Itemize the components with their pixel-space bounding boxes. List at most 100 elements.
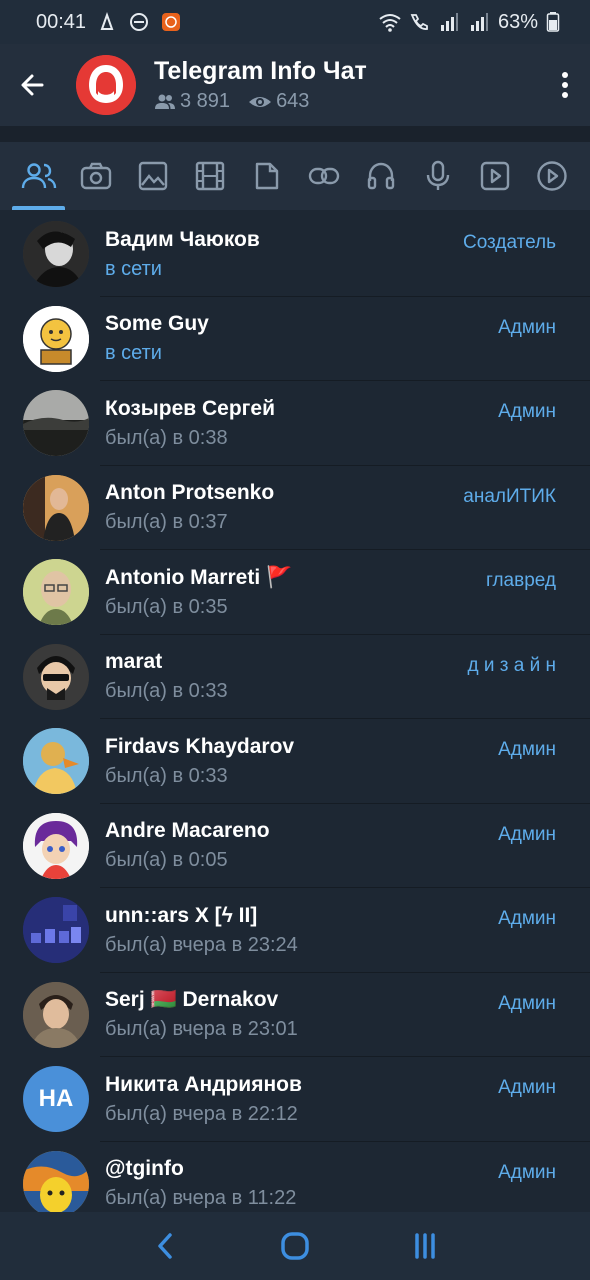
- member-role: Админ: [498, 401, 556, 422]
- more-vertical-icon: [562, 72, 568, 98]
- image-icon: [138, 161, 167, 191]
- tab-members[interactable]: [10, 142, 67, 210]
- avatar: НА: [23, 1066, 89, 1133]
- nav-recents-button[interactable]: [395, 1221, 455, 1271]
- avatar: [23, 897, 89, 964]
- member-name: Вадим Чаюков: [105, 227, 260, 251]
- tab-music[interactable]: [352, 142, 409, 210]
- wifi-icon: [378, 11, 401, 33]
- member-name: Anton Protsenko: [105, 481, 275, 505]
- avatar: [23, 474, 89, 541]
- member-name: @tginfo: [105, 1157, 184, 1181]
- avatar: [23, 1150, 89, 1212]
- tab-links[interactable]: [295, 142, 352, 210]
- microphone-icon: [426, 160, 449, 190]
- member-name: unn::ars X [ϟ II]: [105, 903, 258, 927]
- more-menu-button[interactable]: [540, 53, 590, 117]
- camera-icon: [80, 162, 111, 190]
- member-role: Админ: [498, 1077, 556, 1098]
- app-notification-icon: [160, 11, 182, 33]
- member-row[interactable]: Serj 🇧🇾 Dernakov был(а) вчера в 23:01 Ад…: [0, 973, 590, 1057]
- member-status: был(а) вчера в 23:24: [105, 933, 298, 956]
- media-tabs: [0, 142, 590, 210]
- member-name: Antonio Marreti 🚩: [105, 565, 293, 589]
- battery-icon: [546, 11, 568, 33]
- avatar: [23, 221, 89, 288]
- back-arrow-icon: [21, 74, 44, 96]
- eye-icon: [249, 96, 272, 107]
- tab-voice[interactable]: [409, 142, 466, 210]
- tab-images[interactable]: [124, 142, 181, 210]
- tab-photos[interactable]: [67, 142, 124, 210]
- member-row[interactable]: Козырев Сергей был(а) в 0:38 Админ: [0, 381, 590, 466]
- member-status: в сети: [105, 342, 162, 365]
- chat-title[interactable]: Telegram Info Чат: [154, 57, 367, 86]
- member-row[interactable]: НА Никита Андриянов был(а) вчера в 22:12…: [0, 1057, 590, 1142]
- member-name: Serj 🇧🇾 Dernakov: [105, 988, 279, 1012]
- avatar: [23, 643, 89, 710]
- members-icon: [21, 163, 56, 189]
- member-row[interactable]: Firdavs Khaydarov был(а) в 0:33 Админ: [0, 719, 590, 804]
- member-role: Админ: [498, 823, 556, 845]
- nav-back-button[interactable]: [135, 1221, 195, 1271]
- member-role: Создатель: [462, 232, 556, 253]
- member-row[interactable]: @tginfo был(а) вчера в 11:22 Админ: [0, 1142, 590, 1212]
- member-name: marat: [105, 650, 163, 674]
- signal-icon-2: [468, 11, 490, 33]
- members-count-icon: [155, 94, 175, 109]
- video-icon: [195, 161, 224, 191]
- nav-recents-icon: [415, 1233, 435, 1259]
- do-not-disturb-icon: [128, 11, 150, 33]
- online-count: 643: [276, 90, 310, 112]
- member-status: был(а) в 0:33: [105, 764, 228, 787]
- chat-header: Telegram Info Чат 3 891 643: [0, 44, 590, 126]
- member-row[interactable]: marat был(а) в 0:33 д и з а й н: [0, 635, 590, 719]
- member-name: Никита Андриянов: [105, 1072, 302, 1096]
- member-list: Вадим Чаюков в сети Создатель Some Guy в…: [0, 212, 590, 1212]
- member-name: Козырев Сергей: [105, 396, 275, 420]
- avatar: [23, 559, 89, 626]
- member-role: Админ: [498, 1161, 556, 1183]
- chat-avatar[interactable]: [76, 55, 136, 115]
- call-icon: [408, 11, 430, 33]
- avatar: [23, 728, 89, 795]
- tab-videos[interactable]: [181, 142, 238, 210]
- nav-back-icon: [158, 1233, 172, 1259]
- member-role: Админ: [498, 739, 556, 760]
- member-role: главред: [485, 570, 556, 591]
- member-row[interactable]: Andre Macareno был(а) в 0:05 Админ: [0, 804, 590, 888]
- nav-home-icon: [281, 1232, 309, 1260]
- member-role: Админ: [498, 992, 556, 1014]
- chat-logo-icon: [76, 55, 136, 115]
- member-name: Andre Macareno: [105, 819, 270, 843]
- member-name: Some Guy: [105, 312, 209, 336]
- file-icon: [255, 162, 278, 190]
- nav-home-button[interactable]: [265, 1221, 325, 1271]
- member-role: д и з а й н: [467, 654, 556, 676]
- member-status: был(а) в 0:05: [105, 849, 228, 872]
- member-name: Firdavs Khaydarov: [105, 734, 295, 758]
- member-row[interactable]: Some Guy в сети Админ: [0, 297, 590, 381]
- member-row[interactable]: Вадим Чаюков в сети Создатель: [0, 212, 590, 297]
- member-role: Админ: [498, 908, 556, 929]
- tab-video-messages[interactable]: [466, 142, 523, 210]
- avatar: [23, 305, 89, 372]
- avatar: [23, 981, 89, 1048]
- member-status: был(а) вчера в 23:01: [105, 1018, 298, 1041]
- member-row[interactable]: Anton Protsenko был(а) в 0:37 аналИТИК: [0, 466, 590, 550]
- member-status: был(а) в 0:38: [105, 426, 228, 449]
- member-status: был(а) в 0:37: [105, 511, 228, 534]
- member-row[interactable]: Antonio Marreti 🚩 был(а) в 0:35 главред: [0, 550, 590, 635]
- tab-files[interactable]: [238, 142, 295, 210]
- avatar: [23, 390, 89, 457]
- link-icon: [308, 167, 339, 185]
- back-button[interactable]: [0, 53, 64, 117]
- tab-gifs[interactable]: [523, 142, 580, 210]
- battery-level: 63%: [497, 10, 538, 33]
- member-status: был(а) вчера в 22:12: [105, 1102, 298, 1125]
- system-nav-bar: [0, 1212, 590, 1280]
- status-time: 00:41: [36, 10, 87, 33]
- members-count: 3 891: [180, 90, 231, 112]
- member-status: в сети: [105, 257, 162, 280]
- member-row[interactable]: unn::ars X [ϟ II] был(а) вчера в 23:24 А…: [0, 888, 590, 973]
